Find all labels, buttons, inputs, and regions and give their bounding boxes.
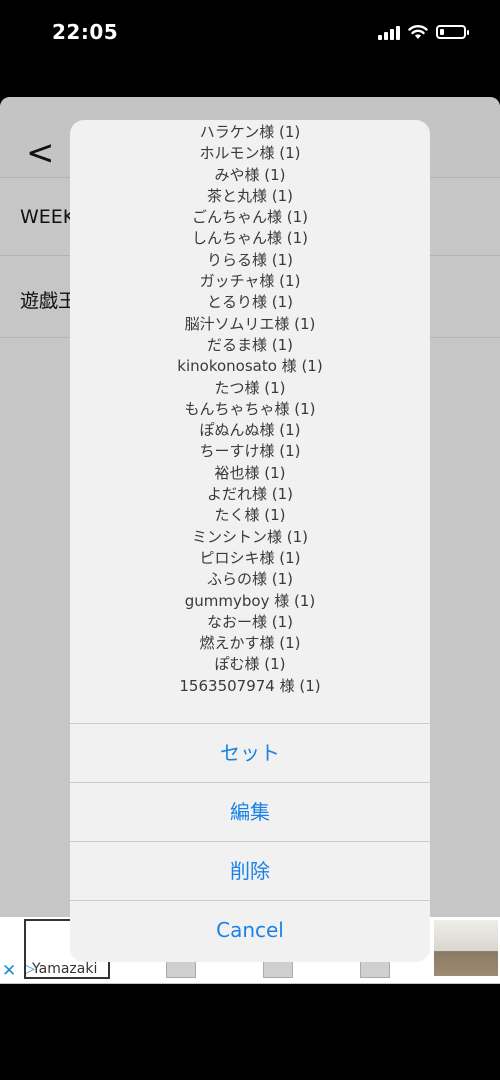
name-list-item: ハラケン様 (1) (199, 123, 301, 141)
back-button[interactable]: < (26, 133, 55, 173)
name-list-item: よだれ様 (1) (206, 485, 294, 504)
name-list-item: kinokonosato 様 (1) (177, 357, 323, 376)
status-icons (378, 24, 469, 40)
battery-level (440, 29, 444, 35)
name-list-item: だるま様 (1) (206, 335, 294, 354)
action-sheet-message: ハラケン様 (1) ホルモン様 (1) みや様 (1) 茶と丸様 (1) ごんちゃん様 … (70, 120, 430, 723)
name-list-item: 脳汁ソムリエ様 (1) (184, 314, 316, 333)
name-list-item: たつ様 (1) (214, 378, 286, 397)
name-list-item: ミンシトン様 (1) (191, 527, 309, 546)
ad-photo[interactable] (434, 920, 498, 976)
name-list-item: しんちゃん様 (1) (191, 229, 309, 248)
name-list-item: 裕也様 (1) (214, 463, 286, 482)
name-list-item: たく様 (1) (214, 506, 286, 525)
name-list-item: とるり様 (1) (206, 293, 294, 312)
name-list-item: ピロシキ様 (1) (199, 548, 301, 567)
name-list-item: ちーすけ様 (1) (199, 442, 301, 461)
name-list-item: もんちゃちゃ様 (1) (184, 399, 316, 418)
name-list-item: 1563507974 様 (1) (179, 676, 321, 695)
action-sheet: ハラケン様 (1) ホルモン様 (1) みや様 (1) 茶と丸様 (1) ごんちゃん様 … (70, 120, 430, 962)
battery-icon (436, 25, 469, 39)
name-list-item: ごんちゃん様 (1) (191, 208, 309, 227)
ad-close-icon[interactable]: ✕ (2, 961, 16, 981)
status-bar: 22:05 (0, 0, 500, 70)
name-list-item: みや様 (1) (214, 165, 286, 184)
name-list-item: 燃えかす様 (1) (199, 634, 301, 653)
delete-button[interactable]: 削除 (70, 841, 430, 901)
status-time: 22:05 (52, 20, 119, 44)
name-list-item: りらる様 (1) (206, 250, 294, 269)
list-item-label: WEEK (20, 206, 76, 228)
wifi-icon (408, 25, 428, 39)
ad-brand-logo: Yamazaki (32, 961, 98, 977)
name-list-item: gummyboy 様 (1) (184, 591, 316, 610)
name-list-item: 茶と丸様 (1) (206, 186, 294, 205)
name-list-item: ガッチャ様 (1) (199, 272, 301, 291)
cancel-button[interactable]: Cancel (70, 900, 430, 960)
cellular-signal-icon (378, 24, 400, 40)
name-list-item: ぽむ様 (1) (214, 655, 286, 674)
name-list-item: ホルモン様 (1) (199, 144, 301, 163)
name-list-item: なおー様 (1) (206, 612, 294, 631)
list-item-label: 遊戯王 (20, 290, 78, 312)
name-list-item: ふらの様 (1) (206, 570, 294, 589)
name-list-item: ぽぬんぬ様 (1) (199, 421, 301, 440)
edit-button[interactable]: 編集 (70, 782, 430, 842)
set-button[interactable]: セット (70, 723, 430, 783)
name-list: ハラケン様 (1) ホルモン様 (1) みや様 (1) 茶と丸様 (1) ごんちゃん様 … (70, 120, 430, 697)
